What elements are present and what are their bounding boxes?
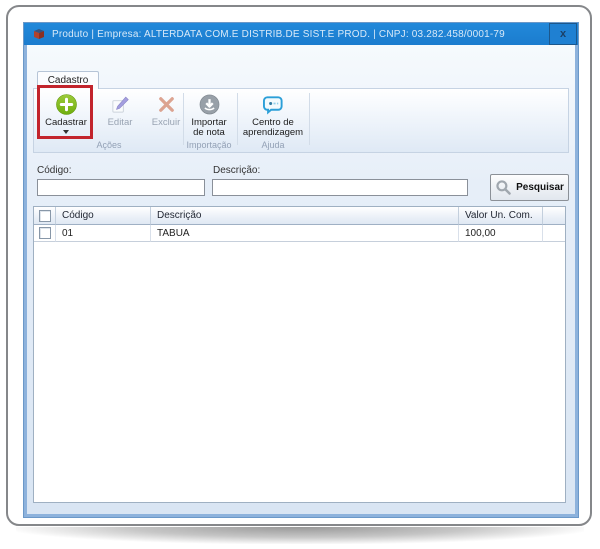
pencil-icon bbox=[110, 94, 131, 115]
delete-x-icon bbox=[156, 94, 177, 115]
excluir-label: Excluir bbox=[151, 117, 181, 128]
select-all-checkbox[interactable] bbox=[38, 209, 51, 222]
excluir-button[interactable]: Excluir bbox=[144, 92, 188, 142]
header-codigo[interactable]: Código bbox=[56, 207, 151, 225]
window-titlebar[interactable]: Produto | Empresa: ALTERDATA COM.E DISTR… bbox=[24, 23, 578, 45]
codigo-field-label: Código: bbox=[37, 165, 72, 176]
row-checkbox[interactable] bbox=[38, 227, 51, 239]
group-label-acoes: Ações bbox=[96, 140, 122, 150]
pesquisar-label: Pesquisar bbox=[516, 182, 564, 193]
header-filler bbox=[543, 207, 565, 225]
descricao-field-label: Descrição: bbox=[213, 165, 261, 176]
editar-button[interactable]: Editar bbox=[98, 92, 142, 142]
card-shadow bbox=[16, 527, 584, 544]
product-cube-icon bbox=[33, 28, 45, 40]
select-all-header-cell[interactable] bbox=[34, 207, 56, 225]
cell-filler bbox=[543, 225, 565, 242]
import-download-icon bbox=[199, 94, 220, 115]
screenshot-stage: Produto | Empresa: ALTERDATA COM.E DISTR… bbox=[0, 0, 600, 549]
cell-valor: 100,00 bbox=[459, 225, 543, 242]
close-button[interactable]: x bbox=[549, 23, 577, 45]
group-label-importacao: Importação bbox=[186, 140, 232, 150]
table-header-row: Código Descrição Valor Un. Com. bbox=[34, 207, 565, 225]
importar-label-line2: de nota bbox=[193, 127, 225, 138]
produto-window: Produto | Empresa: ALTERDATA COM.E DISTR… bbox=[24, 23, 578, 517]
codigo-input[interactable] bbox=[37, 179, 205, 196]
cell-codigo: 01 bbox=[56, 225, 151, 242]
pesquisar-button[interactable]: Pesquisar bbox=[490, 174, 569, 201]
row-checkbox-cell[interactable] bbox=[34, 225, 56, 242]
editar-label: Editar bbox=[107, 117, 133, 128]
produtos-table: Código Descrição Valor Un. Com. 01 TABUA… bbox=[33, 206, 566, 503]
window-client-area: Cadastro Cadastrar Editar Excluir Import… bbox=[27, 45, 575, 514]
centro-aprendizagem-button[interactable]: Centro de aprendizagem bbox=[239, 92, 307, 142]
red-highlight-box bbox=[37, 85, 93, 139]
ribbon-separator bbox=[183, 93, 184, 145]
importar-nota-button[interactable]: Importar de nota bbox=[185, 92, 233, 142]
header-descricao[interactable]: Descrição bbox=[151, 207, 459, 225]
centro-label-line2: aprendizagem bbox=[242, 127, 304, 138]
learning-chat-icon bbox=[262, 94, 284, 115]
header-valor[interactable]: Valor Un. Com. bbox=[459, 207, 543, 225]
search-magnifier-icon bbox=[495, 179, 512, 196]
ribbon-separator bbox=[237, 93, 238, 145]
ribbon-separator bbox=[309, 93, 310, 145]
descricao-input[interactable] bbox=[212, 179, 468, 196]
table-row[interactable]: 01 TABUA 100,00 bbox=[34, 225, 565, 242]
ribbon-toolbar: Cadastrar Editar Excluir Importar de not… bbox=[33, 88, 569, 153]
group-label-ajuda: Ajuda bbox=[261, 140, 285, 150]
cell-descricao: TABUA bbox=[151, 225, 459, 242]
window-title: Produto | Empresa: ALTERDATA COM.E DISTR… bbox=[52, 28, 505, 40]
